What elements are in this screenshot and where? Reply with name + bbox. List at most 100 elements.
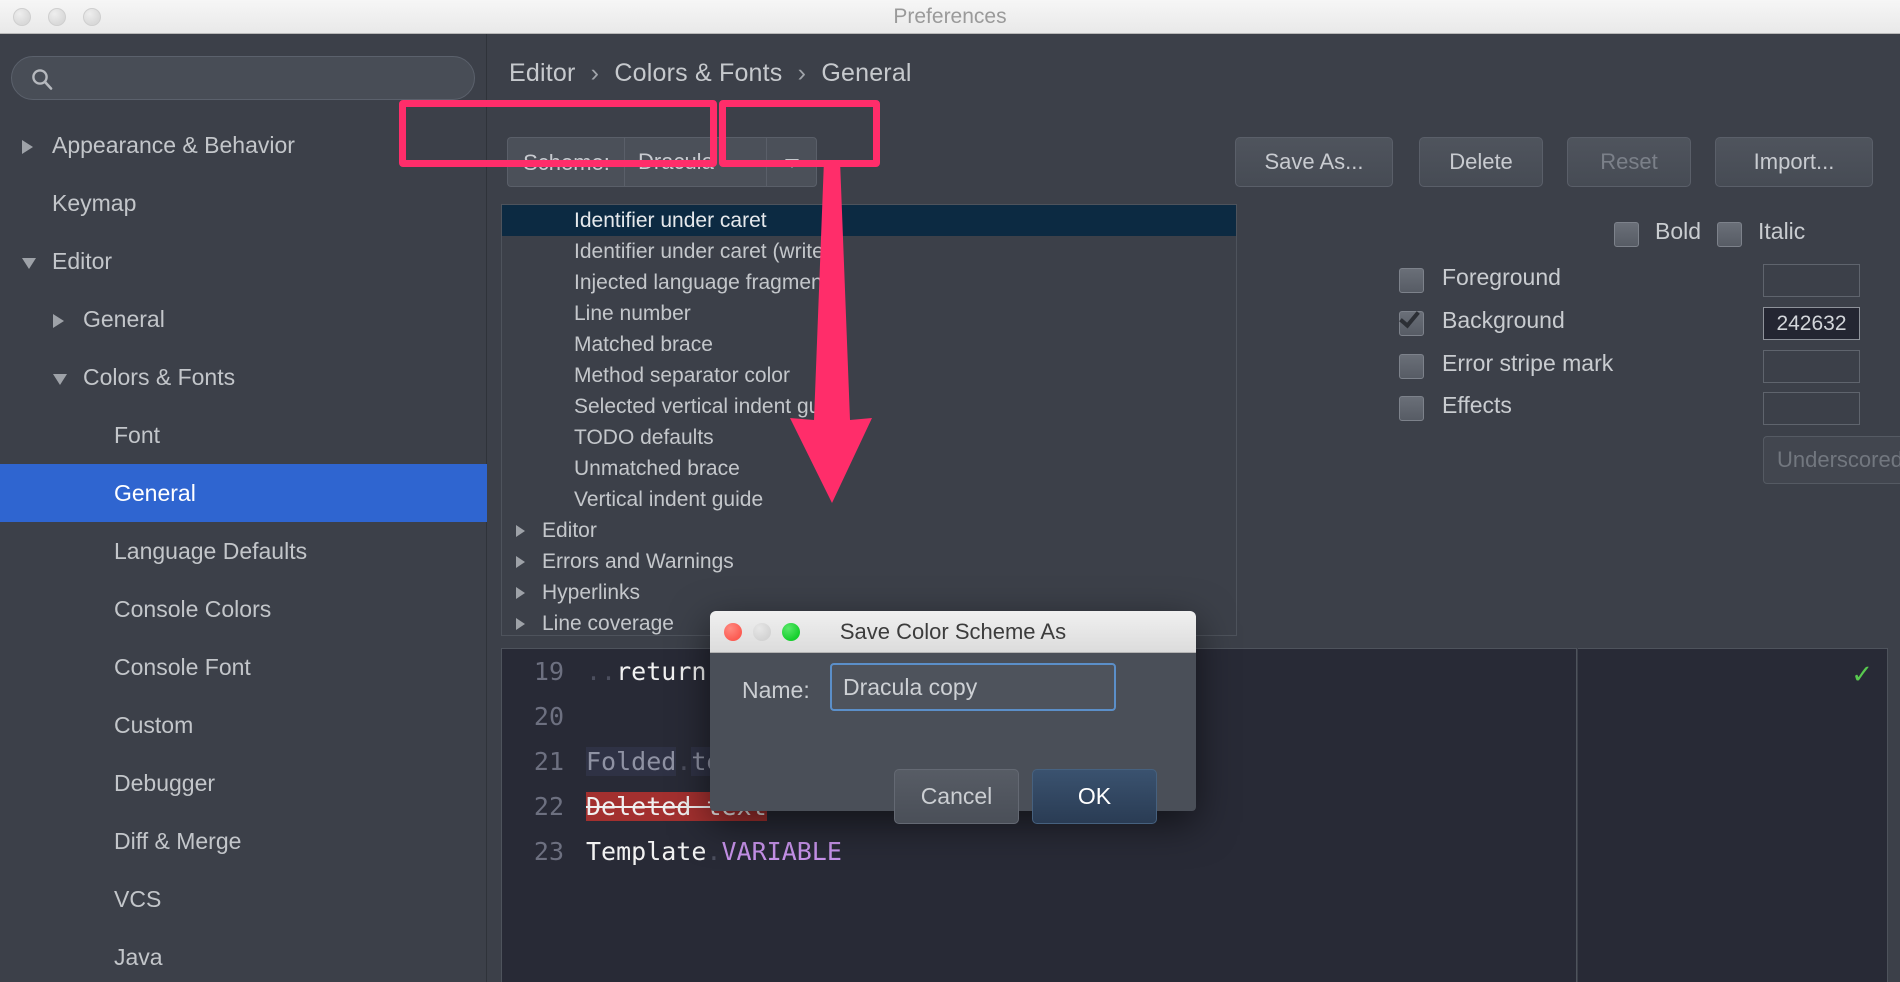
italic-checkbox[interactable]	[1717, 222, 1742, 247]
background-color-field[interactable]: 242632	[1763, 307, 1860, 340]
error-stripe-mark-label: Error stripe mark	[1442, 350, 1614, 376]
settings-sidebar: Appearance & Behavior Keymap Editor General…	[0, 34, 487, 982]
sidebar-item-general[interactable]: General	[0, 290, 487, 348]
bold-checkbox[interactable]	[1614, 222, 1639, 247]
scheme-dropdown[interactable]: Dracula	[624, 137, 817, 187]
bold-label: Bold	[1655, 218, 1702, 244]
italic-label: Italic	[1758, 218, 1806, 244]
settings-list-item-label: Line number	[574, 302, 691, 325]
chevron-right-icon[interactable]	[516, 618, 525, 630]
breadcrumb-item-0[interactable]: Editor	[509, 59, 576, 87]
settings-list-item[interactable]: Matched brace	[502, 329, 1236, 360]
window-titlebar: Preferences	[0, 0, 1900, 34]
settings-list-item[interactable]: Unmatched brace	[502, 453, 1236, 484]
settings-list-item[interactable]: Selected vertical indent guide	[502, 391, 1236, 422]
settings-list-item[interactable]: Identifier under caret (write)	[502, 236, 1236, 267]
chevron-right-icon[interactable]	[516, 525, 525, 537]
chevron-right-icon[interactable]	[516, 556, 525, 568]
sidebar-item-java[interactable]: Java	[0, 928, 487, 982]
chevron-down-icon[interactable]	[766, 138, 816, 186]
effects-checkbox[interactable]	[1399, 396, 1424, 421]
background-checkbox[interactable]	[1399, 306, 1424, 336]
preferences-window: Preferences Appearance & Behavior Keymap E…	[0, 0, 1900, 982]
chevron-down-icon[interactable]	[53, 374, 67, 385]
settings-list-item[interactable]: TODO defaults	[502, 422, 1236, 453]
foreground-color-field[interactable]	[1763, 264, 1860, 297]
save-as-button[interactable]: Save As...	[1235, 137, 1393, 187]
breadcrumb: Editor › Colors & Fonts › General	[509, 59, 912, 88]
sidebar-item-label: Keymap	[52, 190, 137, 216]
preview-token-dot: .	[676, 747, 692, 776]
dialog-title: Save Color Scheme As	[839, 619, 1067, 644]
sidebar-item-label: Custom	[114, 712, 194, 738]
cancel-button[interactable]: Cancel	[894, 769, 1019, 824]
sidebar-item-console-font[interactable]: Console Font	[0, 638, 487, 696]
settings-list-item[interactable]: Errors and Warnings	[502, 546, 1236, 577]
sidebar-item-label: Java	[114, 944, 163, 970]
settings-list-item-label: Identifier under caret (write)	[574, 240, 831, 263]
sidebar-item-debugger[interactable]: Debugger	[0, 754, 487, 812]
settings-list-item-label: Editor	[542, 519, 597, 542]
settings-list-item-label: Unmatched brace	[574, 457, 740, 480]
settings-list-item[interactable]: Line number	[502, 298, 1236, 329]
sidebar-item-vcs[interactable]: VCS	[0, 870, 487, 928]
error-stripe-mark-checkbox[interactable]	[1399, 354, 1424, 379]
reset-button: Reset	[1567, 137, 1691, 187]
sidebar-item-font[interactable]: Font	[0, 406, 487, 464]
search-box[interactable]	[11, 56, 475, 100]
settings-list-item-label: Errors and Warnings	[542, 550, 734, 573]
sidebar-item-label: Appearance & Behavior	[52, 132, 295, 158]
sidebar-item-label: Console Colors	[114, 596, 272, 622]
sidebar-item-appearance-behavior[interactable]: Appearance & Behavior	[0, 116, 487, 174]
error-stripe-mark-color-field[interactable]	[1763, 350, 1860, 383]
breadcrumb-item-1[interactable]: Colors & Fonts	[614, 59, 782, 87]
ok-button[interactable]: OK	[1032, 769, 1157, 824]
settings-list-item[interactable]: Method separator color	[502, 360, 1236, 391]
sidebar-item-diff-merge[interactable]: Diff & Merge	[0, 812, 487, 870]
sidebar-item-keymap[interactable]: Keymap	[0, 174, 487, 232]
sidebar-item-language-defaults[interactable]: Language Defaults	[0, 522, 487, 580]
color-settings-list[interactable]: Identifier under caret Identifier under c…	[501, 204, 1237, 636]
effects-label: Effects	[1442, 392, 1512, 418]
chevron-right-icon[interactable]	[53, 314, 64, 328]
settings-list-item[interactable]: Editor	[502, 515, 1236, 546]
settings-list-item[interactable]: Hyperlinks	[502, 577, 1236, 608]
preview-line-number: 21	[533, 747, 564, 776]
settings-list-item-label: Method separator color	[574, 364, 790, 387]
sidebar-item-colors-fonts[interactable]: Colors & Fonts	[0, 348, 487, 406]
foreground-label: Foreground	[1442, 264, 1561, 290]
chevron-right-icon[interactable]	[516, 587, 525, 599]
sidebar-item-label: General	[83, 306, 165, 332]
sidebar-item-label: General	[114, 480, 196, 506]
scheme-name-input[interactable]	[830, 663, 1116, 711]
sidebar-item-label: Debugger	[114, 770, 216, 796]
preview-line-number: 23	[533, 837, 564, 866]
sidebar-item-label: Diff & Merge	[114, 828, 242, 854]
scheme-selected-value: Dracula	[638, 149, 714, 174]
settings-list-item-label: Injected language fragment	[574, 271, 829, 294]
sidebar-item-console-colors[interactable]: Console Colors	[0, 580, 487, 638]
sidebar-item-general[interactable]: General	[0, 464, 487, 522]
search-icon	[31, 68, 53, 90]
settings-list-item[interactable]: Vertical indent guide	[502, 484, 1236, 515]
effects-color-field[interactable]	[1763, 392, 1860, 425]
settings-list-item[interactable]: Injected language fragment	[502, 267, 1236, 298]
sidebar-item-label: Colors & Fonts	[83, 364, 236, 390]
settings-list-item[interactable]: Identifier under caret	[502, 205, 1236, 236]
foreground-checkbox[interactable]	[1399, 268, 1424, 293]
chevron-right-icon[interactable]	[22, 140, 33, 154]
sidebar-item-custom[interactable]: Custom	[0, 696, 487, 754]
preview-line-number: 20	[533, 702, 564, 731]
delete-button[interactable]: Delete	[1419, 137, 1543, 187]
code-preview-gutter-right: ✓	[1578, 648, 1888, 982]
search-input[interactable]	[64, 57, 464, 99]
settings-list-item-label: TODO defaults	[574, 426, 714, 449]
settings-list-item-label: Identifier under caret	[574, 209, 767, 232]
chevron-down-icon[interactable]	[22, 258, 36, 269]
breadcrumb-item-2: General	[821, 59, 912, 87]
settings-list-item-label: Hyperlinks	[542, 581, 641, 604]
save-color-scheme-dialog: Save Color Scheme As Name: Cancel OK	[710, 611, 1196, 824]
import-button[interactable]: Import...	[1715, 137, 1873, 187]
sidebar-item-editor[interactable]: Editor	[0, 232, 487, 290]
inspection-ok-icon: ✓	[1851, 659, 1873, 689]
